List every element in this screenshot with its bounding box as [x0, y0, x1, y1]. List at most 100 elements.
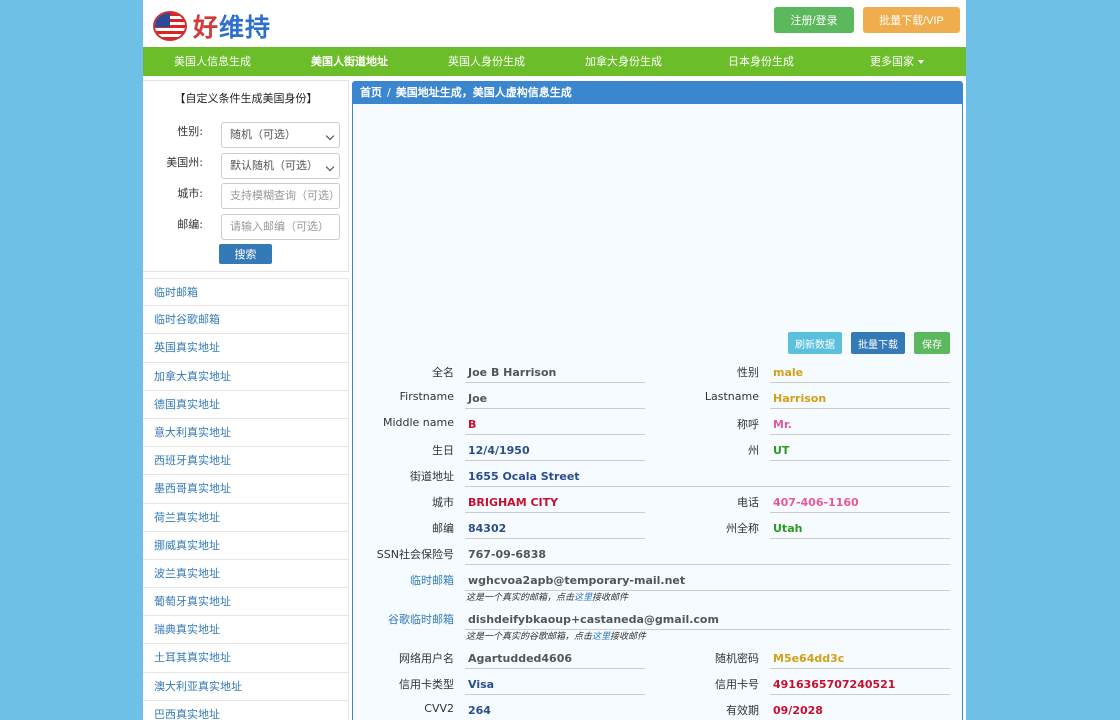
zip-input[interactable]: 请输入邮编（可选）	[221, 214, 340, 240]
password-label: 随机密码	[715, 652, 759, 665]
birthday-value: 12/4/1950	[465, 441, 645, 461]
breadcrumb-current: 美国地址生成，美国人虚构信息生成	[395, 86, 572, 99]
sidebar-link[interactable]: 巴西真实地址	[143, 700, 349, 720]
state-select[interactable]: 默认随机（可选）	[221, 153, 340, 179]
cvv-value: 264	[465, 701, 645, 720]
zip-field-label: 邮编	[432, 522, 454, 535]
sidebar-link[interactable]: 土耳其真实地址	[143, 644, 349, 673]
gmail-link[interactable]: 这里	[592, 632, 610, 642]
sidebar-link[interactable]: 德国真实地址	[143, 390, 349, 419]
search-button[interactable]: 搜索	[219, 244, 272, 264]
phone-value: 407-406-1160	[770, 493, 950, 513]
main-panel: 首页 / 美国地址生成，美国人虚构信息生成 刷新数据 批量下载 保存 全名 Joe …	[352, 81, 963, 720]
city-value: BRIGHAM CITY	[465, 493, 645, 513]
lastname-value: Harrison	[770, 389, 950, 409]
temp-mail-link[interactable]: 这里	[574, 593, 592, 603]
gender-value: male	[770, 363, 950, 383]
nav-item-more[interactable]: 更多国家	[870, 47, 924, 76]
expiry-value: 09/2028	[770, 701, 950, 720]
logo[interactable]: 好维持	[153, 8, 271, 44]
chevron-down-icon	[325, 131, 335, 141]
middle-name-label: Middle name	[382, 416, 454, 429]
ssn-label: SSN社会保险号	[376, 548, 454, 561]
gender-label: 性别:	[177, 125, 203, 138]
cardtype-value: Visa	[465, 675, 645, 695]
sidebar-link[interactable]: 西班牙真实地址	[143, 447, 349, 476]
vip-button[interactable]: 批量下载/VIP	[863, 7, 960, 33]
breadcrumb-home[interactable]: 首页	[360, 86, 382, 99]
sidebar-link[interactable]: 临时邮箱	[143, 278, 349, 307]
username-label: 网络用户名	[399, 652, 454, 665]
sidebar-link[interactable]: 临时谷歌邮箱	[143, 306, 349, 335]
sidebar-link[interactable]: 波兰真实地址	[143, 559, 349, 589]
breadcrumb: 首页 / 美国地址生成，美国人虚构信息生成	[353, 82, 962, 104]
firstname-label: Firstname	[399, 390, 454, 403]
sidebar-link[interactable]: 瑞典真实地址	[143, 616, 349, 645]
expiry-label: 有效期	[726, 704, 759, 717]
nav-item-us-info[interactable]: 美国人信息生成	[174, 47, 251, 76]
sidebar: 【自定义条件生成美国身份】 性别: 随机（可选） 美国州: 默认随机（可选） 城…	[143, 80, 349, 720]
username-value: Agartudded4606	[465, 649, 645, 669]
title-label: 称呼	[737, 418, 759, 431]
state-full-label: 州全称	[726, 522, 759, 535]
sidebar-links: 临时邮箱 临时谷歌邮箱 英国真实地址 加拿大真实地址 德国真实地址 意大利真实地…	[143, 278, 349, 720]
temp-mail-note: 这是一个真实的邮箱，点击这里接收邮件	[466, 593, 629, 603]
filter-title: 【自定义条件生成美国身份】	[174, 92, 318, 105]
street-value: 1655 Ocala Street	[465, 467, 950, 487]
gender-field-label: 性别	[737, 366, 759, 379]
gmail-note: 这是一个真实的谷歌邮箱，点击这里接收邮件	[466, 632, 647, 642]
caret-down-icon	[918, 60, 924, 64]
street-label: 街道地址	[410, 470, 454, 483]
login-button[interactable]: 注册/登录	[774, 7, 854, 33]
state-field-label: 州	[748, 444, 759, 457]
gmail-label[interactable]: 谷歌临时邮箱	[388, 611, 454, 627]
sidebar-link[interactable]: 澳大利亚真实地址	[143, 672, 349, 701]
cardno-label: 信用卡号	[715, 678, 759, 691]
temp-mail-value: wghcvoa2apb@temporary-mail.net	[465, 571, 950, 591]
cardno-value: 4916365707240521	[770, 675, 950, 695]
birthday-label: 生日	[432, 444, 454, 457]
fullname-label: 全名	[432, 366, 454, 379]
filter-form: 【自定义条件生成美国身份】 性别: 随机（可选） 美国州: 默认随机（可选） 城…	[143, 80, 349, 272]
state-value: UT	[770, 441, 950, 461]
zip-label: 邮编:	[177, 218, 203, 231]
password-value: M5e64dd3c	[770, 649, 950, 669]
refresh-button[interactable]: 刷新数据	[788, 332, 842, 354]
middle-name-value: B	[465, 415, 645, 435]
state-label: 美国州:	[166, 156, 203, 169]
cardtype-label: 信用卡类型	[399, 678, 454, 691]
sidebar-link[interactable]: 荷兰真实地址	[143, 503, 349, 532]
lastname-label: Lastname	[704, 390, 759, 403]
sidebar-link[interactable]: 葡萄牙真实地址	[143, 588, 349, 617]
chevron-down-icon	[325, 162, 335, 172]
header: 好维持 注册/登录 批量下载/VIP	[143, 0, 966, 47]
zip-value: 84302	[465, 519, 645, 539]
sidebar-link[interactable]: 墨西哥真实地址	[143, 475, 349, 504]
nav-item-us-street[interactable]: 美国人街道地址	[311, 47, 388, 76]
phone-label: 电话	[737, 496, 759, 509]
gender-select[interactable]: 随机（可选）	[221, 122, 340, 148]
firstname-value: Joe	[465, 389, 645, 409]
sidebar-link[interactable]: 英国真实地址	[143, 334, 349, 363]
batch-download-button[interactable]: 批量下载	[851, 332, 905, 354]
nav-item-canada[interactable]: 加拿大身份生成	[585, 47, 662, 76]
us-flag-icon	[153, 11, 187, 41]
fullname-value: Joe B Harrison	[465, 363, 645, 383]
logo-text: 好维持	[193, 13, 272, 42]
ssn-value: 767-09-6838	[465, 545, 950, 565]
sidebar-link[interactable]: 意大利真实地址	[143, 418, 349, 448]
top-nav: 美国人信息生成 美国人街道地址 英国人身份生成 加拿大身份生成 日本身份生成 更…	[143, 47, 966, 76]
page: 好维持 注册/登录 批量下载/VIP 美国人信息生成 美国人街道地址 英国人身份…	[143, 0, 966, 720]
save-button[interactable]: 保存	[914, 332, 950, 354]
nav-item-uk[interactable]: 英国人身份生成	[448, 47, 525, 76]
city-input[interactable]: 支持模糊查询（可选）	[221, 183, 340, 209]
state-full-value: Utah	[770, 519, 950, 539]
city-field-label: 城市	[432, 496, 454, 509]
temp-mail-label[interactable]: 临时邮箱	[410, 572, 454, 588]
nav-item-japan[interactable]: 日本身份生成	[728, 47, 794, 76]
sidebar-link[interactable]: 加拿大真实地址	[143, 362, 349, 391]
cvv-label: CVV2	[424, 702, 454, 715]
sidebar-link[interactable]: 挪威真实地址	[143, 531, 349, 560]
city-label: 城市:	[177, 187, 203, 200]
gmail-value: dishdeifybkaoup+castaneda@gmail.com	[465, 610, 950, 630]
